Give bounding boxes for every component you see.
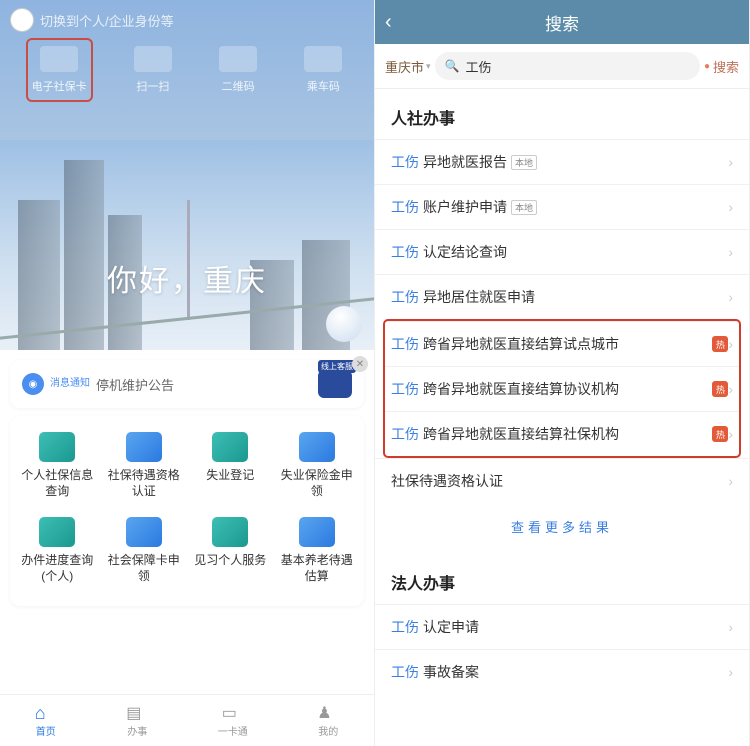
hot-badge: 热 — [712, 381, 728, 397]
chevron-right-icon: › — [728, 473, 733, 489]
doc-list-icon — [212, 432, 248, 462]
greeting-text: 你好，重庆 — [107, 256, 267, 300]
person-icon — [212, 517, 248, 547]
hero-banner: 切换到个人/企业身份等 电子社保卡 扫一扫 二维码 乘车码 — [0, 0, 374, 350]
search-button[interactable]: 搜索 — [704, 57, 739, 76]
quick-transit[interactable]: 乘车码 — [300, 40, 346, 100]
quick-social-card[interactable]: 电子社保卡 — [28, 40, 91, 100]
tab-home[interactable]: 首页 — [35, 703, 57, 738]
card-icon — [40, 46, 78, 72]
result-item[interactable]: 工伤跨省异地就医直接结算试点城市 热› — [385, 321, 739, 366]
search-bar: 重庆市 🔍 工伤 搜索 — [375, 44, 749, 89]
search-icon: 🔍 — [445, 59, 460, 73]
result-item[interactable]: 工伤认定申请 › — [375, 604, 749, 649]
calculator-icon — [299, 517, 335, 547]
notice-text: 停机维护公告 — [96, 375, 174, 394]
hot-badge: 热 — [712, 336, 728, 352]
scan-icon — [134, 46, 172, 72]
tab-me[interactable]: 我的 — [317, 703, 339, 738]
hot-badge: 热 — [712, 426, 728, 442]
chevron-right-icon: › — [728, 664, 733, 680]
section-personal: 人社办事 — [375, 89, 749, 139]
svc-unemployment-claim[interactable]: 失业保险金申领 — [277, 432, 357, 499]
quick-label: 乘车码 — [307, 78, 340, 94]
person-check-icon — [39, 432, 75, 462]
search-query: 工伤 — [466, 57, 492, 76]
result-item[interactable]: 工伤事故备案 › — [375, 649, 749, 694]
svc-pension-estimate[interactable]: 基本养老待遇估算 — [277, 517, 357, 584]
chevron-right-icon: › — [728, 619, 733, 635]
search-screen: ‹ 搜索 重庆市 🔍 工伤 搜索 人社办事 工伤异地就医报告本地 › 工伤账户维… — [375, 0, 750, 746]
result-item[interactable]: 工伤认定结论查询 › — [375, 229, 749, 274]
card-icon — [222, 703, 244, 721]
quick-label: 电子社保卡 — [32, 78, 87, 94]
user-label: 切换到个人/企业身份等 — [40, 11, 174, 30]
search-input[interactable]: 🔍 工伤 — [435, 52, 700, 80]
tab-card[interactable]: 一卡通 — [218, 703, 248, 738]
svc-unemployment-register[interactable]: 失业登记 — [190, 432, 270, 499]
result-item[interactable]: 工伤账户维护申请本地 › — [375, 184, 749, 229]
services-grid: 个人社保信息查询 社保待遇资格认证 失业登记 失业保险金申领 办件进度查询(个人… — [10, 416, 364, 606]
chevron-right-icon: › — [728, 244, 733, 260]
svc-internship[interactable]: 见习个人服务 — [190, 517, 270, 584]
quick-shortcut-row: 电子社保卡 扫一扫 二维码 乘车码 — [0, 40, 374, 100]
megaphone-icon — [22, 373, 44, 395]
result-item[interactable]: 工伤异地居住就医申请 › — [375, 274, 749, 319]
user-icon — [317, 703, 339, 721]
local-badge: 本地 — [511, 200, 537, 215]
notice-tag: 消息通知 — [50, 379, 90, 389]
id-verify-icon — [126, 432, 162, 462]
result-item[interactable]: 工伤跨省异地就医直接结算协议机构 热› — [385, 366, 739, 411]
svc-case-progress[interactable]: 办件进度查询(个人) — [17, 517, 97, 584]
qr-icon — [219, 46, 257, 72]
kefu-label: 线上客服 — [318, 360, 356, 373]
chevron-right-icon: › — [728, 426, 733, 442]
quick-label: 扫一扫 — [136, 78, 169, 94]
chevron-right-icon: › — [728, 154, 733, 170]
section-corporate: 法人办事 — [375, 554, 749, 604]
chevron-right-icon: › — [728, 289, 733, 305]
avatar[interactable] — [10, 8, 34, 32]
quick-qr[interactable]: 二维码 — [215, 40, 261, 100]
bottom-tab-bar: 首页 办事 一卡通 我的 — [0, 694, 374, 746]
quick-scan[interactable]: 扫一扫 — [130, 40, 176, 100]
close-icon[interactable]: ✕ — [352, 356, 368, 372]
customer-service-icon[interactable]: 线上客服 — [318, 370, 352, 398]
result-item[interactable]: 社保待遇资格认证 › — [375, 458, 749, 503]
svc-eligibility-verify[interactable]: 社保待遇资格认证 — [104, 432, 184, 499]
local-badge: 本地 — [511, 155, 537, 170]
home-screen: 切换到个人/企业身份等 电子社保卡 扫一扫 二维码 乘车码 — [0, 0, 375, 746]
city-illustration: 你好，重庆 — [0, 140, 374, 350]
back-icon[interactable]: ‹ — [385, 11, 392, 34]
home-icon — [35, 703, 57, 721]
transit-icon — [304, 46, 342, 72]
chevron-right-icon: › — [728, 336, 733, 352]
doc-icon — [126, 703, 148, 721]
briefcase-icon — [299, 432, 335, 462]
header-title: 搜索 — [545, 10, 579, 35]
assistant-robot-icon[interactable] — [326, 306, 362, 342]
result-item[interactable]: 工伤跨省异地就医直接结算社保机构 热› — [385, 411, 739, 456]
chevron-right-icon: › — [728, 199, 733, 215]
quick-label: 二维码 — [222, 78, 255, 94]
search-header: ‹ 搜索 — [375, 0, 749, 44]
svc-social-card-apply[interactable]: 社会保障卡申领 — [104, 517, 184, 584]
hands-icon — [126, 517, 162, 547]
result-item[interactable]: 工伤异地就医报告本地 › — [375, 139, 749, 184]
chevron-right-icon: › — [728, 381, 733, 397]
city-selector[interactable]: 重庆市 — [385, 57, 431, 76]
highlighted-results-group: 工伤跨省异地就医直接结算试点城市 热› 工伤跨省异地就医直接结算协议机构 热› … — [385, 321, 739, 456]
svc-personal-insurance-info[interactable]: 个人社保信息查询 — [17, 432, 97, 499]
tab-services[interactable]: 办事 — [126, 703, 148, 738]
see-more-link[interactable]: 查看更多结果 — [375, 503, 749, 554]
progress-icon — [39, 517, 75, 547]
notice-bar[interactable]: 消息通知 停机维护公告 线上客服 ✕ — [10, 360, 364, 408]
user-bar: 切换到个人/企业身份等 — [10, 8, 174, 32]
